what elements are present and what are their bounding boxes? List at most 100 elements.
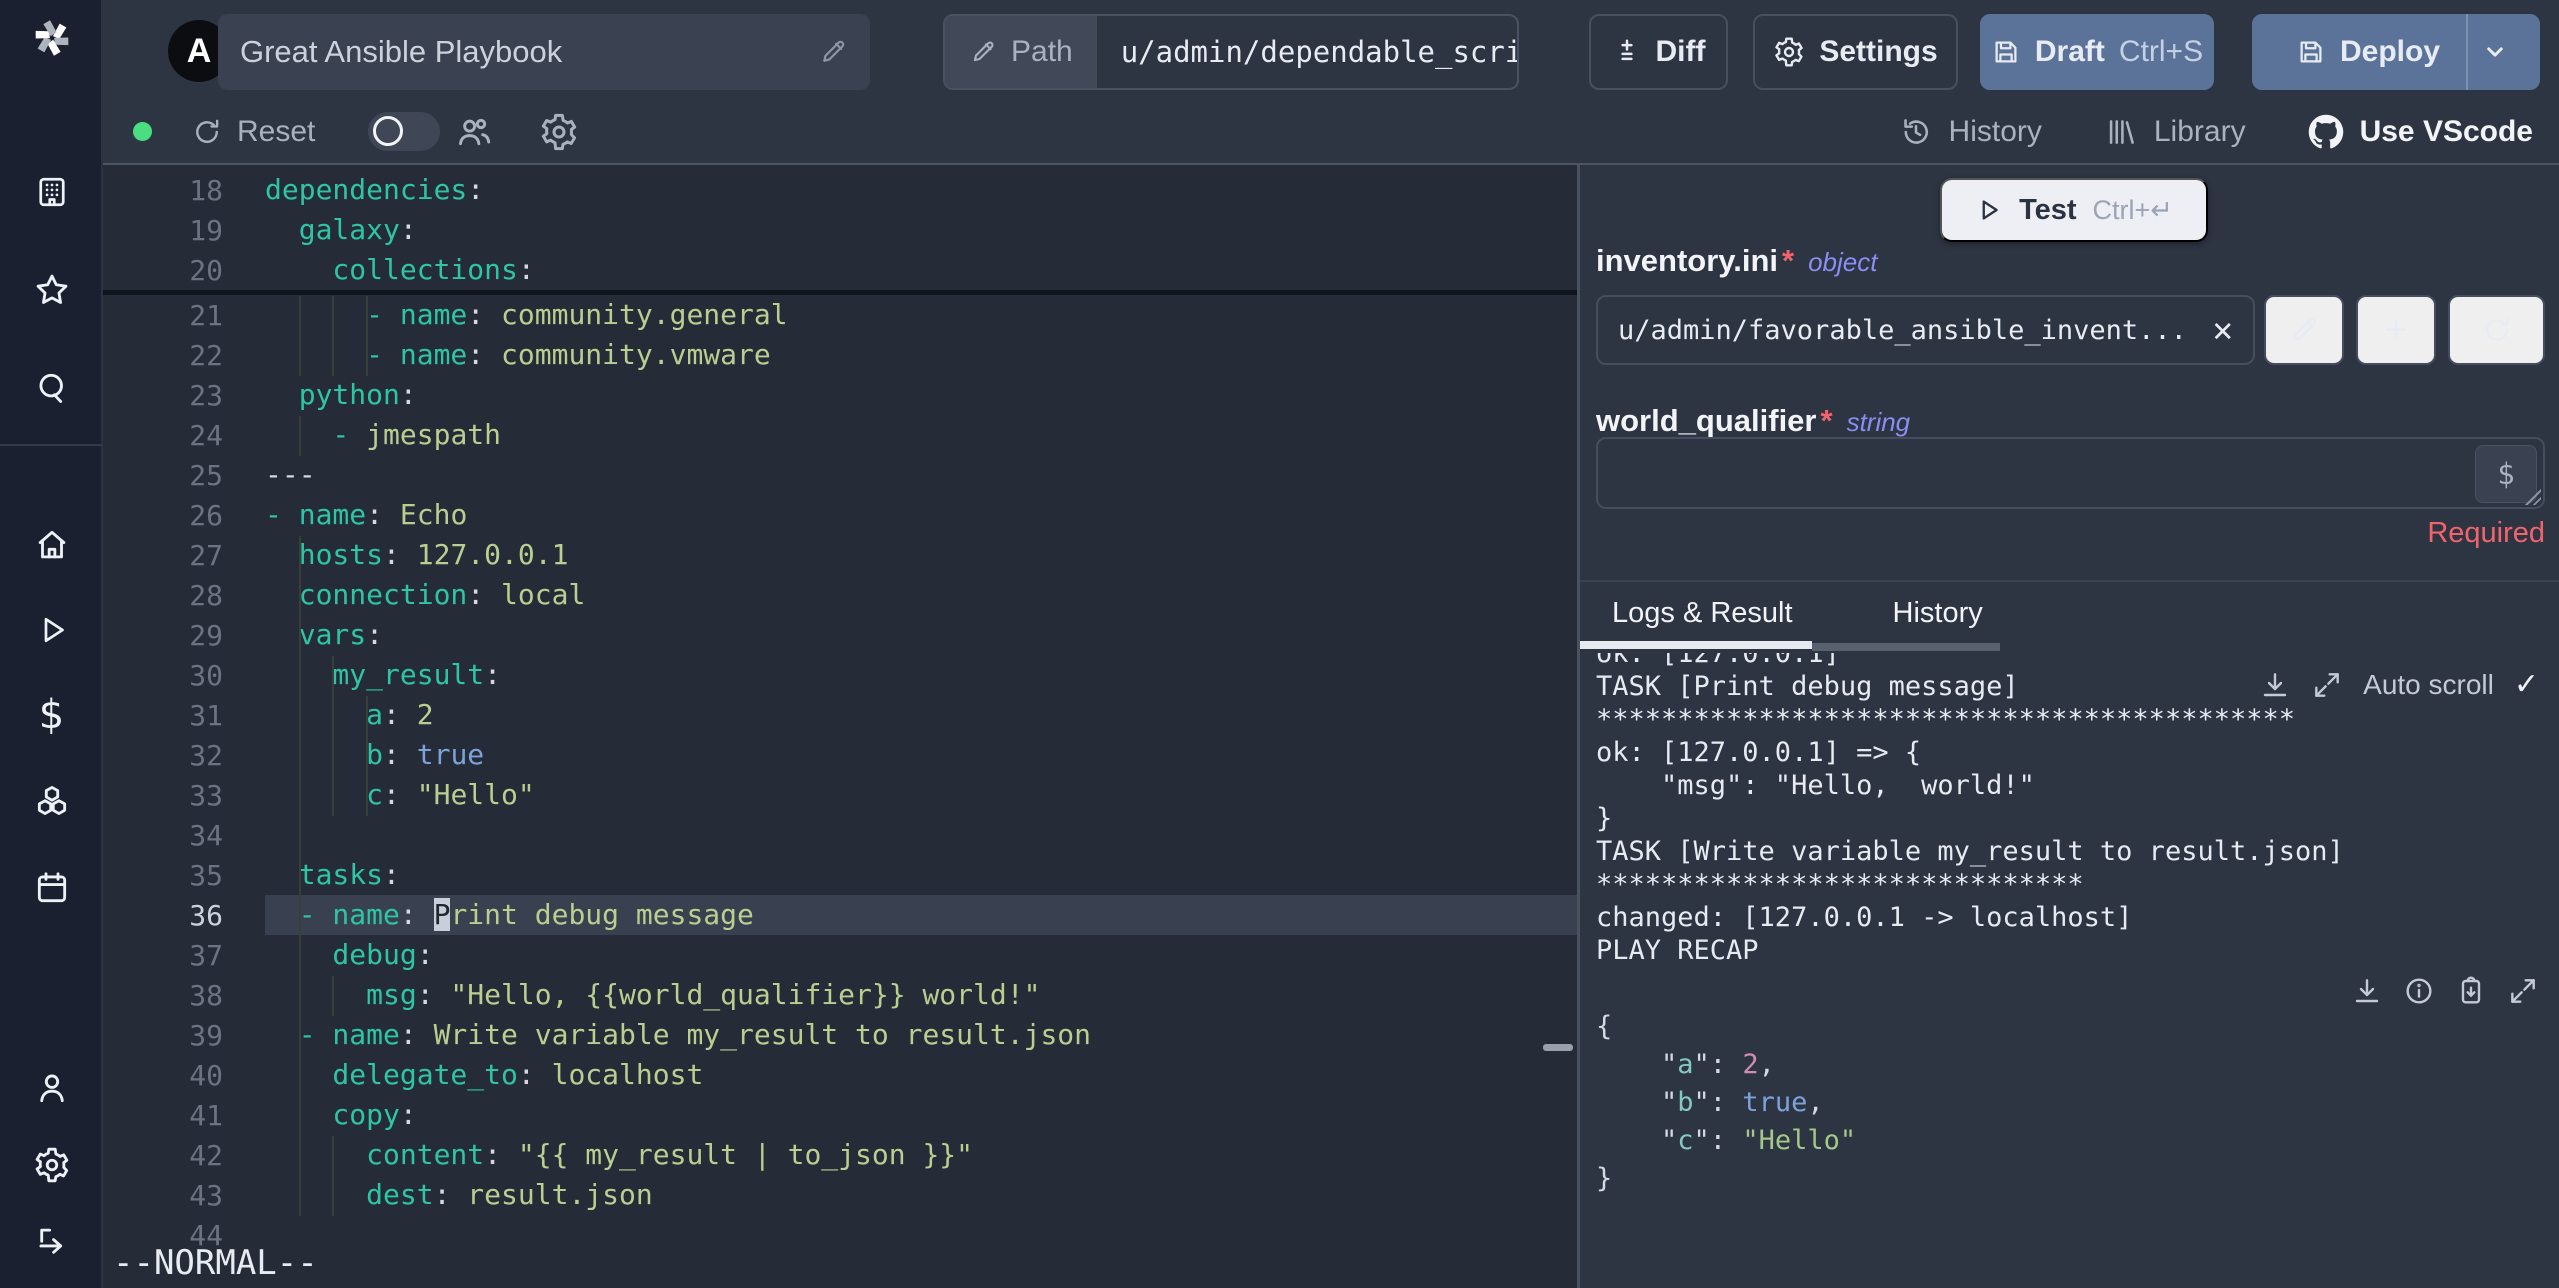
tab-logs-result[interactable]: Logs & Result bbox=[1612, 597, 1793, 630]
collaborators-users-icon[interactable] bbox=[453, 112, 493, 152]
code-line[interactable]: 27 hosts: 127.0.0.1 bbox=[103, 535, 1577, 575]
edit-title-pencil-icon[interactable] bbox=[818, 37, 848, 67]
library-button[interactable]: Library bbox=[2104, 115, 2246, 149]
draft-button[interactable]: Draft Ctrl+S bbox=[1980, 14, 2214, 90]
line-number: 23 bbox=[189, 378, 223, 412]
result-line: "c": "Hello" bbox=[1596, 1125, 1857, 1156]
variables-dollar-icon[interactable]: $ bbox=[0, 692, 103, 738]
panel-section-divider bbox=[1580, 580, 2559, 582]
expand-result-icon[interactable] bbox=[2507, 975, 2539, 1007]
script-title-input[interactable]: Great Ansible Playbook bbox=[218, 14, 870, 90]
code-line[interactable]: 23 python: bbox=[103, 375, 1577, 415]
log-scrollbar-thumb[interactable] bbox=[1812, 643, 2000, 651]
world-qualifier-textarea[interactable]: $ bbox=[1596, 437, 2545, 509]
test-shortcut: Ctrl+↵ bbox=[2092, 194, 2173, 225]
download-log-icon[interactable] bbox=[2259, 669, 2291, 701]
download-result-icon[interactable] bbox=[2351, 975, 2383, 1007]
topbar: A Great Ansible Playbook Path u/admin/de… bbox=[103, 0, 2559, 165]
code-line[interactable]: 29 vars: bbox=[103, 615, 1577, 655]
add-resource-plus-button[interactable]: + bbox=[2356, 295, 2436, 365]
edit-resource-pencil-button[interactable] bbox=[2264, 295, 2344, 365]
windmill-logo[interactable] bbox=[0, 18, 103, 58]
inventory-resource-input[interactable]: u/admin/favorable_ansible_invent... ✕ bbox=[1596, 295, 2255, 365]
line-number: 18 bbox=[189, 173, 223, 207]
result-line: "b": true, bbox=[1596, 1087, 1824, 1118]
field-type-label: string bbox=[1846, 407, 1911, 437]
clear-x-icon[interactable]: ✕ bbox=[2213, 310, 2233, 350]
settings-button[interactable]: Settings bbox=[1753, 14, 1958, 90]
schedules-calendar-icon[interactable] bbox=[0, 868, 103, 908]
line-number: 30 bbox=[189, 658, 223, 692]
line-number: 39 bbox=[189, 1018, 223, 1052]
save-floppy-icon bbox=[1991, 37, 2021, 67]
path-control[interactable]: Path u/admin/dependable_script bbox=[943, 14, 1519, 90]
code-line[interactable]: 21 - name: community.general bbox=[103, 295, 1577, 335]
log-line: ****************************************… bbox=[1596, 704, 2295, 735]
code-line[interactable]: 30 my_result: bbox=[103, 655, 1577, 695]
reset-button[interactable]: Reset bbox=[191, 108, 315, 156]
code-line[interactable]: 24 - jmespath bbox=[103, 415, 1577, 455]
home-icon[interactable] bbox=[0, 525, 103, 565]
code-line[interactable]: 36 - name: Print debug message bbox=[103, 895, 1577, 935]
library-bars-icon bbox=[2104, 115, 2138, 149]
code-line[interactable]: 34 bbox=[103, 815, 1577, 855]
field-type-label: object bbox=[1808, 247, 1878, 277]
indent-guide bbox=[332, 656, 334, 816]
code-line[interactable]: 19 galaxy: bbox=[103, 210, 1577, 250]
search-icon[interactable] bbox=[0, 368, 103, 408]
result-tabs: Logs & Result History bbox=[1612, 597, 1983, 630]
deploy-dropdown-chevron-icon[interactable] bbox=[2466, 14, 2522, 90]
code-editor[interactable]: 18 dependencies: 19 galaxy: 20 collections:… bbox=[103, 165, 1577, 1288]
code-line[interactable]: 32 b: true bbox=[103, 735, 1577, 775]
code-line[interactable]: 18 dependencies: bbox=[103, 170, 1577, 210]
code-line[interactable]: 35 tasks: bbox=[103, 855, 1577, 895]
code-line[interactable]: 39 - name: Write variable my_result to r… bbox=[103, 1015, 1577, 1055]
workspace-icon[interactable] bbox=[0, 172, 103, 212]
tab-history[interactable]: History bbox=[1893, 597, 1983, 630]
refresh-resource-button[interactable] bbox=[2448, 295, 2545, 365]
code-line[interactable]: 38 msg: "Hello, {{world_qualifier}} worl… bbox=[103, 975, 1577, 1015]
indent-guide bbox=[332, 296, 334, 376]
history-button[interactable]: History bbox=[1899, 115, 2042, 149]
code-line[interactable]: 20 collections: bbox=[103, 250, 1577, 290]
refresh-icon bbox=[191, 116, 223, 148]
code-line[interactable]: 44 bbox=[103, 1215, 1577, 1255]
runs-play-icon[interactable] bbox=[0, 610, 103, 650]
logout-icon[interactable] bbox=[0, 1222, 103, 1262]
world-qualifier-field-label: world_qualifier * string bbox=[1596, 403, 1911, 438]
line-number: 35 bbox=[189, 858, 223, 892]
auto-scroll-checkmark[interactable]: ✓ bbox=[2514, 667, 2539, 702]
log-line: ****************************** bbox=[1596, 869, 2084, 900]
code-line[interactable]: 31 a: 2 bbox=[103, 695, 1577, 735]
test-button[interactable]: Test Ctrl+↵ bbox=[1940, 178, 2208, 242]
code-line[interactable]: 40 delegate_to: localhost bbox=[103, 1055, 1577, 1095]
indent-guide bbox=[332, 1136, 334, 1216]
code-line[interactable]: 26- name: Echo bbox=[103, 495, 1577, 535]
editor-scrollbar-marker[interactable] bbox=[1543, 1044, 1573, 1051]
line-number: 27 bbox=[189, 538, 223, 572]
code-line[interactable]: 33 c: "Hello" bbox=[103, 775, 1577, 815]
use-vscode-button[interactable]: Use VScode bbox=[2308, 114, 2533, 150]
textarea-resize-handle[interactable] bbox=[2525, 489, 2541, 505]
code-line[interactable]: 22 - name: community.vmware bbox=[103, 335, 1577, 375]
code-line[interactable]: 25 --- bbox=[103, 455, 1577, 495]
code-line[interactable]: 37 debug: bbox=[103, 935, 1577, 975]
diff-button[interactable]: Diff bbox=[1589, 14, 1728, 90]
deploy-button[interactable]: Deploy bbox=[2252, 14, 2540, 90]
indent-guide bbox=[332, 976, 334, 1016]
diff-toggle[interactable] bbox=[368, 112, 440, 151]
settings-gear-icon[interactable] bbox=[0, 1145, 103, 1185]
info-icon[interactable] bbox=[2403, 975, 2435, 1007]
editor-settings-gear-icon[interactable] bbox=[539, 112, 579, 152]
code-line[interactable]: 28 connection: local bbox=[103, 575, 1577, 615]
expand-log-icon[interactable] bbox=[2311, 669, 2343, 701]
resources-cubes-icon[interactable] bbox=[0, 782, 103, 822]
result-json[interactable]: { "a": 2, "b": true, "c": "Hello"} bbox=[1596, 1008, 1856, 1198]
code-line[interactable]: 43 dest: result.json bbox=[103, 1175, 1577, 1215]
favorites-star-icon[interactable] bbox=[0, 270, 103, 310]
user-icon[interactable] bbox=[0, 1068, 103, 1108]
code-line[interactable]: 42 content: "{{ my_result | to_json }}" bbox=[103, 1135, 1577, 1175]
code-line[interactable]: 41 copy: bbox=[103, 1095, 1577, 1135]
sidebar-divider bbox=[0, 444, 103, 446]
copy-clipboard-icon[interactable] bbox=[2455, 975, 2487, 1007]
